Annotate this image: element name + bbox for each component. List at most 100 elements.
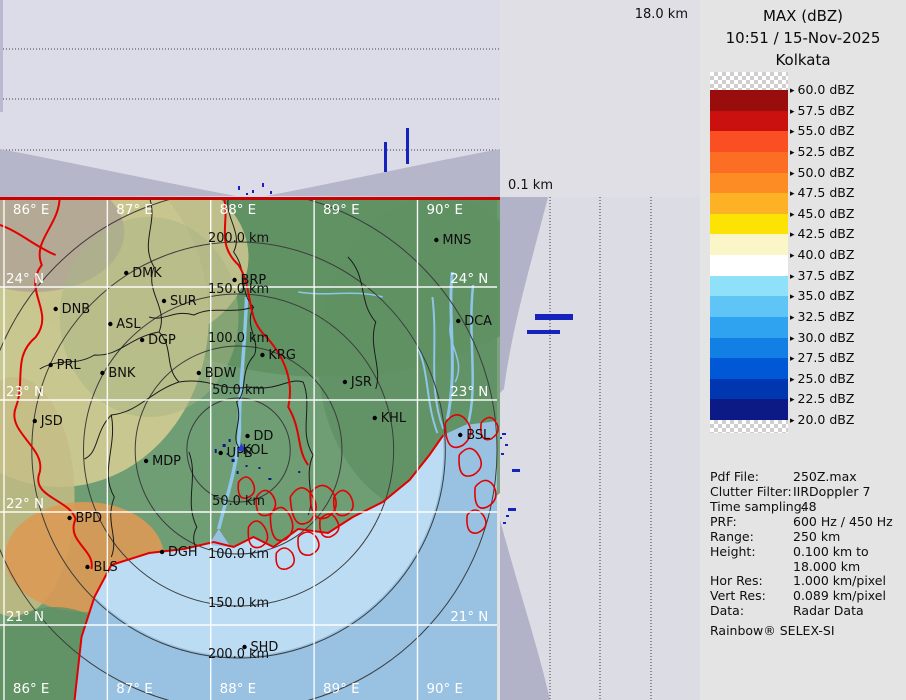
- vertical-projection-top-panel: [0, 0, 500, 197]
- legend-swatch: [710, 90, 788, 111]
- longitude-label: 89° E: [323, 203, 359, 218]
- tick-arrow-icon: ▸: [790, 251, 795, 261]
- station-label-DGP: DGP: [148, 333, 176, 348]
- longitude-label: 90° E: [426, 682, 462, 697]
- radar-map: 86° E86° E87° E87° E88° E88° E89° E89° E…: [0, 197, 500, 700]
- meta-value: 48: [801, 499, 817, 514]
- panel-left-edge: [0, 0, 3, 112]
- tick-arrow-icon: ▸: [790, 169, 795, 179]
- latitude-label: 22° N: [6, 497, 44, 512]
- station-dot-BDW: [197, 371, 201, 375]
- station-dot-DGH: [160, 550, 164, 554]
- legend-swatch: [710, 131, 788, 152]
- min-height-label: 0.1 km: [508, 178, 553, 193]
- legend-tick: ▸25.0 dBZ: [790, 371, 854, 386]
- legend-tick: ▸30.0 dBZ: [790, 330, 854, 345]
- meta-value: 250Z.max: [793, 469, 857, 484]
- software-brand: Rainbow® SELEX-SI: [710, 623, 835, 638]
- station-label-MNS: MNS: [442, 233, 471, 248]
- meta-label: Vert Res:: [710, 588, 766, 603]
- legend-tick: ▸45.0 dBZ: [790, 206, 854, 221]
- legend-tick: ▸32.5 dBZ: [790, 309, 854, 324]
- station-label-BPD: BPD: [76, 511, 103, 526]
- tick-arrow-icon: ▸: [790, 86, 795, 96]
- station-dot-KHL: [373, 416, 377, 420]
- tick-arrow-icon: ▸: [790, 272, 795, 282]
- station-label-JSR: JSR: [350, 375, 372, 390]
- meta-value: 1.000 km/pixel: [793, 573, 886, 588]
- station-dot-BNK: [100, 371, 104, 375]
- legend-swatch: [710, 338, 788, 359]
- station-label-DGH: DGH: [168, 545, 198, 560]
- station-dot-DGP: [140, 338, 144, 342]
- tick-arrow-icon: ▸: [790, 127, 795, 137]
- station-label-ASL: ASL: [116, 317, 141, 332]
- range-ring-label: 100.0 km: [208, 331, 269, 346]
- station-dot-DNB: [53, 307, 57, 311]
- longitude-label: 86° E: [13, 203, 49, 218]
- station-label-PRL: PRL: [57, 358, 82, 373]
- legend-swatch-above-max: [710, 72, 788, 90]
- legend-tick: ▸47.5 dBZ: [790, 185, 854, 200]
- legend-tick: ▸35.0 dBZ: [790, 288, 854, 303]
- legend-tick: ▸40.0 dBZ: [790, 247, 854, 262]
- range-ring-label: 200.0 km: [208, 231, 269, 246]
- station-label-KRG: KRG: [268, 348, 295, 363]
- meta-value: 0.100 km to 18.000 km: [793, 544, 869, 574]
- station-label-BRP: BRP: [241, 273, 267, 288]
- color-scale: ▸60.0 dBZ▸57.5 dBZ▸55.0 dBZ▸52.5 dBZ▸50.…: [700, 0, 906, 440]
- station-label-MDP: MDP: [152, 454, 181, 469]
- longitude-label: 87° E: [116, 682, 152, 697]
- latitude-label: 23° N: [450, 385, 488, 400]
- station-dot-DCA: [456, 319, 460, 323]
- legend-swatch: [710, 234, 788, 255]
- meta-label: Time sampling:: [710, 499, 806, 514]
- station-label-DCA: DCA: [464, 314, 492, 329]
- legend-tick: ▸27.5 dBZ: [790, 350, 854, 365]
- latitude-label: 24° N: [450, 272, 488, 287]
- tick-arrow-icon: ▸: [790, 107, 795, 117]
- longitude-label: 88° E: [220, 682, 256, 697]
- tick-arrow-icon: ▸: [790, 292, 795, 302]
- legend-tick: ▸22.5 dBZ: [790, 391, 854, 406]
- tick-arrow-icon: ▸: [790, 148, 795, 158]
- tick-arrow-icon: ▸: [790, 395, 795, 405]
- latitude-label: 23° N: [6, 385, 44, 400]
- latitude-label: 21° N: [450, 610, 488, 625]
- legend-swatch: [710, 193, 788, 214]
- side-panel-canvas: [500, 197, 700, 700]
- legend-tick: ▸57.5 dBZ: [790, 103, 854, 118]
- latitude-label: 21° N: [6, 610, 44, 625]
- legend-swatch: [710, 296, 788, 317]
- latitude-label: 24° N: [6, 272, 44, 287]
- station-dot-JSD: [33, 419, 37, 423]
- tick-arrow-icon: ▸: [790, 210, 795, 220]
- legend-tick: ▸52.5 dBZ: [790, 144, 854, 159]
- range-ring-label: 150.0 km: [208, 596, 269, 611]
- longitude-label: 89° E: [323, 682, 359, 697]
- legend-swatch: [710, 173, 788, 194]
- legend-tick: ▸20.0 dBZ: [790, 412, 854, 427]
- legend-column: MAX (dBZ) 10:51 / 15-Nov-2025 Kolkata ▸6…: [700, 0, 906, 700]
- meta-label: Range:: [710, 529, 754, 544]
- station-label-KOL: KOL: [243, 443, 269, 458]
- station-dot-PRL: [49, 363, 53, 367]
- tick-arrow-icon: ▸: [790, 334, 795, 344]
- longitude-label: 87° E: [116, 203, 152, 218]
- longitude-label: 86° E: [13, 682, 49, 697]
- station-label-BDW: BDW: [205, 366, 237, 381]
- meta-value: 0.089 km/pixel: [793, 588, 886, 603]
- station-label-SUR: SUR: [170, 294, 197, 309]
- height-gridlines: [0, 49, 500, 150]
- station-dot-UPB: [218, 451, 222, 455]
- top-panel-canvas: [0, 0, 500, 197]
- station-dot-ASL: [108, 322, 112, 326]
- station-dot-MNS: [434, 238, 438, 242]
- meta-value: 600 Hz / 450 Hz: [793, 514, 893, 529]
- station-label-DNB: DNB: [62, 302, 90, 317]
- legend-swatch: [710, 276, 788, 297]
- meta-label: Height:: [710, 544, 756, 559]
- tick-arrow-icon: ▸: [790, 375, 795, 385]
- vertical-projection-right-column: 18.0 km 0.1 km: [500, 0, 700, 700]
- station-label-KHL: KHL: [381, 411, 407, 426]
